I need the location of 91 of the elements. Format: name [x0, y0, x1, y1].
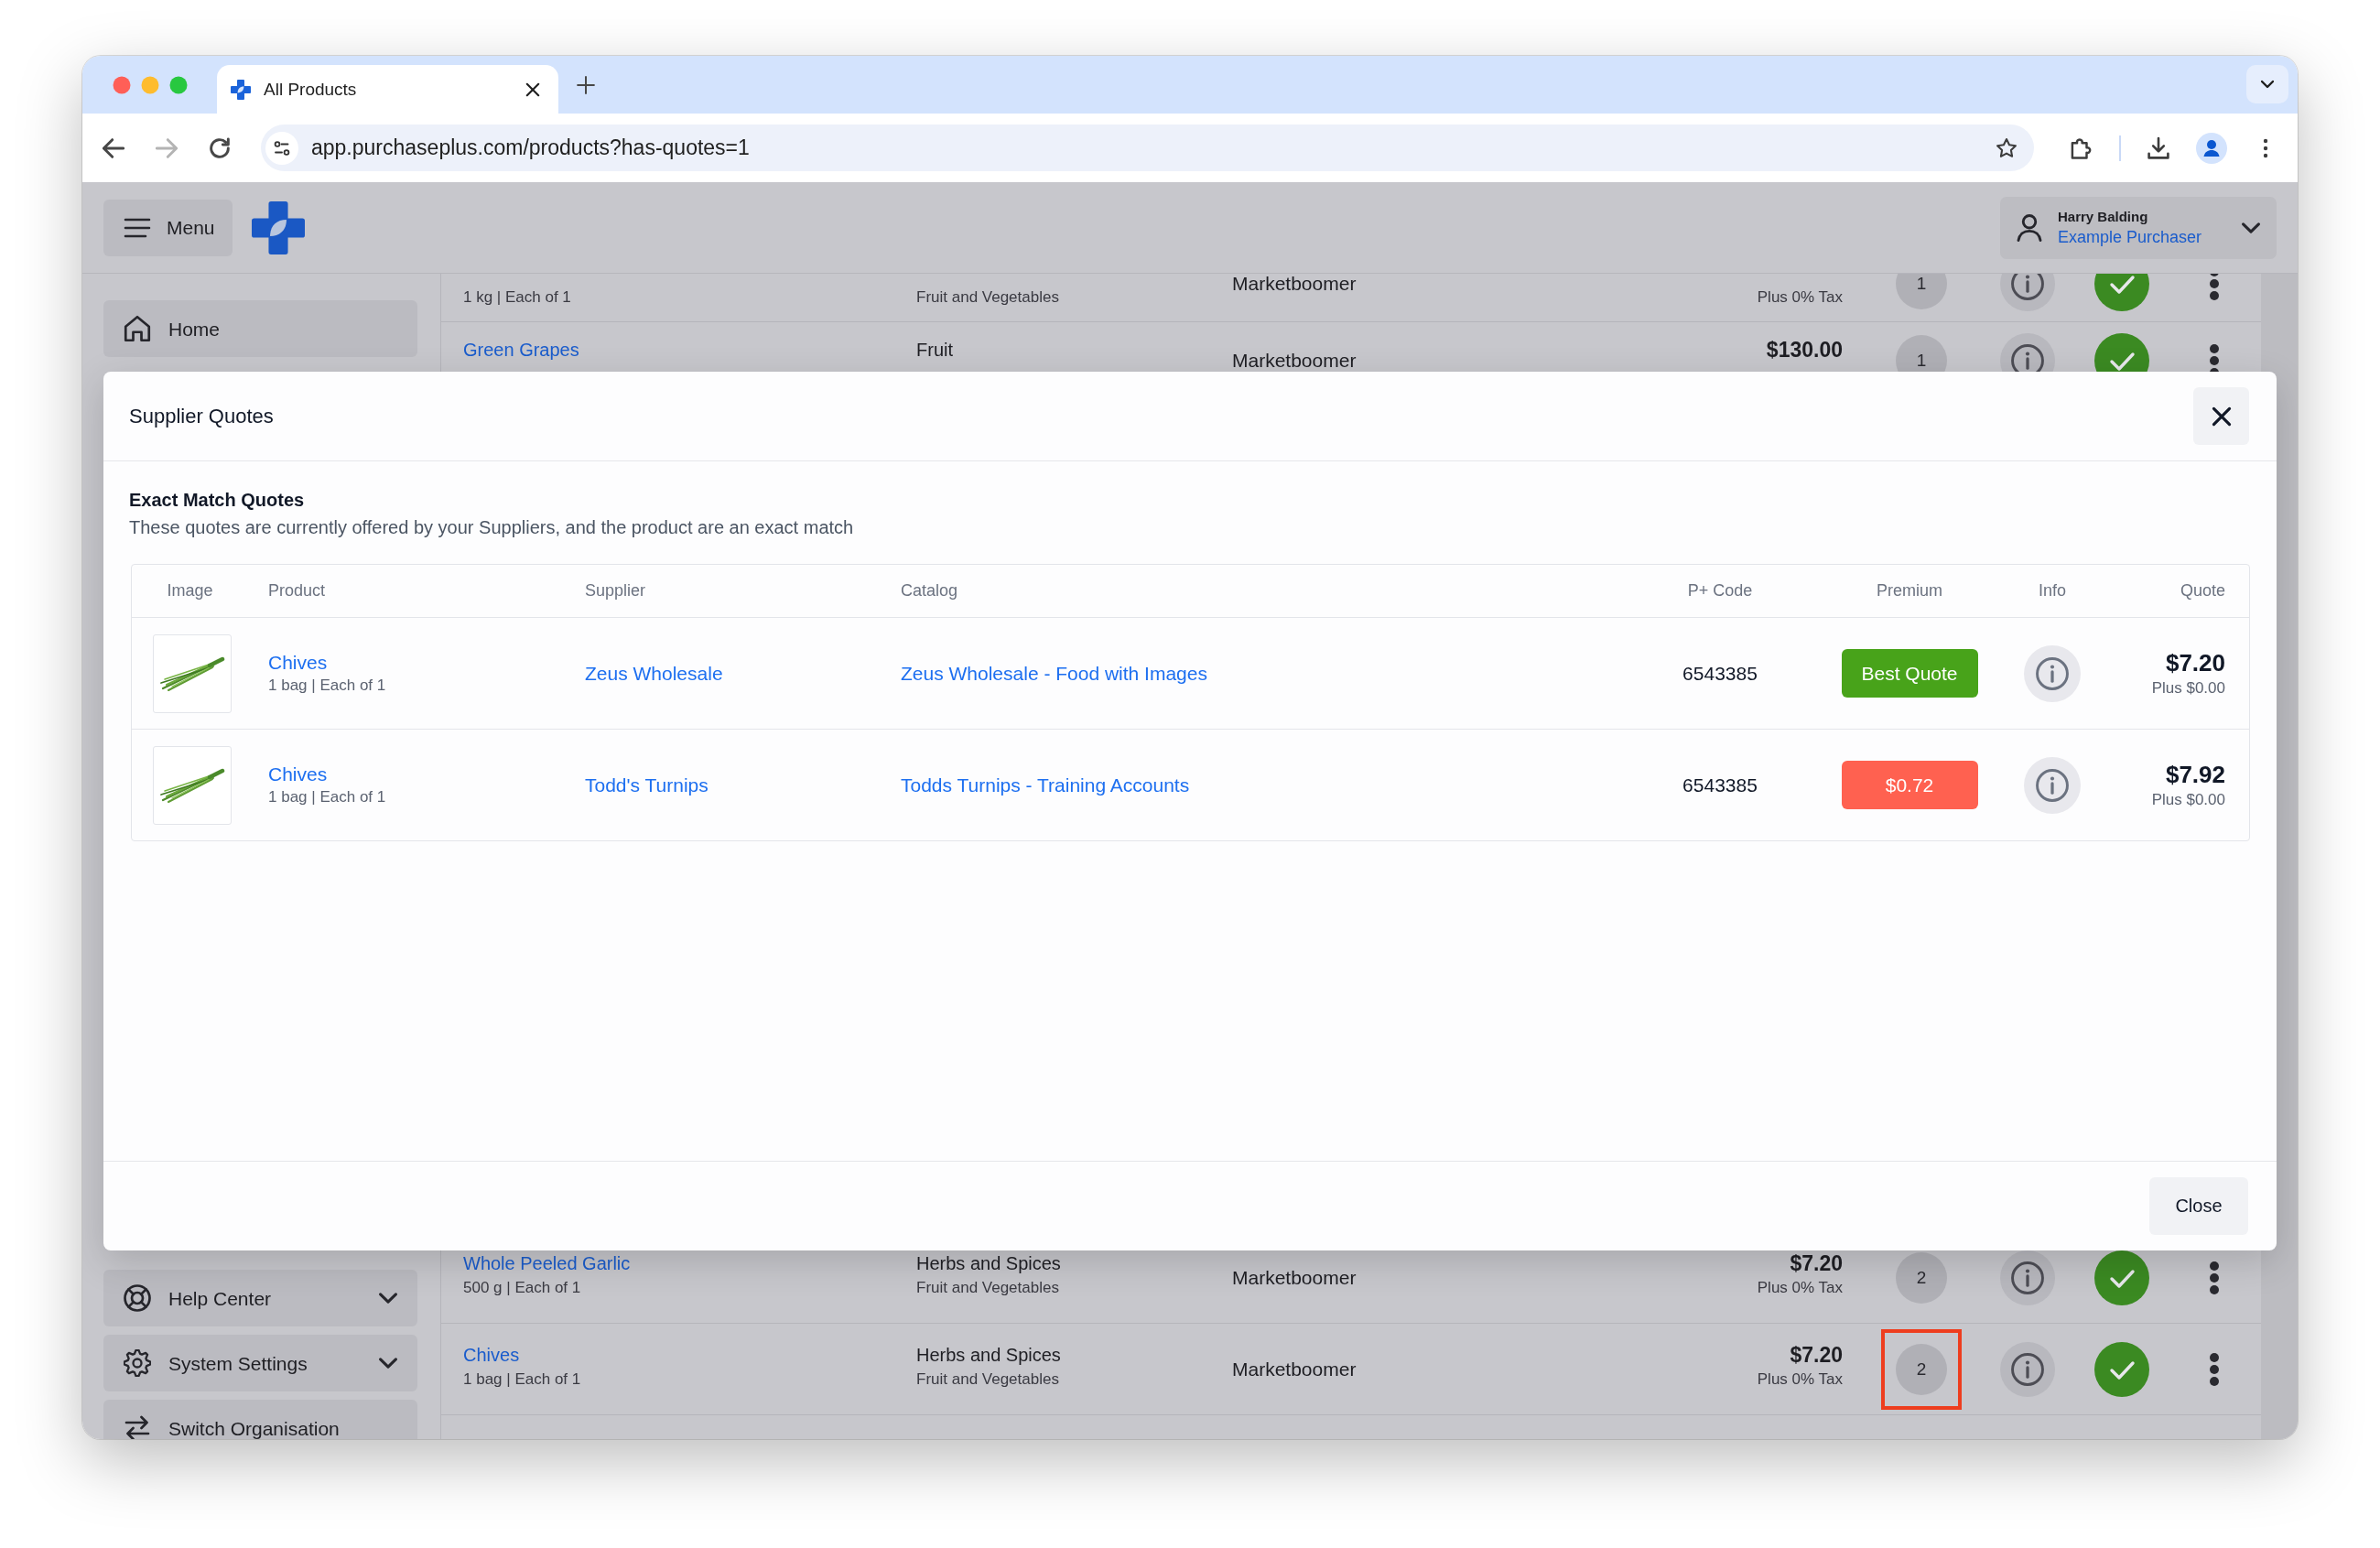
star-icon[interactable]	[1996, 136, 2018, 159]
quote-count-badge[interactable]: 2	[1896, 1251, 1947, 1304]
subcategory-text: Fruit and Vegetables	[916, 1278, 1059, 1298]
subcategory-text: Fruit and Vegetables	[916, 287, 1059, 308]
close-icon[interactable]	[525, 81, 540, 97]
column-header: Product	[268, 581, 326, 601]
section-description: These quotes are currently offered by your Suppliers, and the product are an exact match	[129, 516, 854, 539]
tax-note: Plus 0% Tax	[1757, 287, 1843, 308]
info-icon	[2036, 768, 2069, 802]
info-icon	[2011, 1261, 2044, 1294]
cross-logo-icon	[231, 79, 251, 100]
info-icon	[2011, 274, 2044, 300]
product-unit: 500 g | Each of 1	[463, 1278, 581, 1298]
product-link[interactable]: Whole Peeled Garlic	[463, 1252, 631, 1274]
catalog-link[interactable]: Zeus Wholesale - Food with Images	[901, 661, 1207, 686]
swap-arrows-icon	[124, 1414, 151, 1439]
hamburger-menu-icon	[124, 217, 151, 238]
close-button[interactable]	[2193, 387, 2249, 445]
close-icon	[2211, 406, 2232, 427]
supplier-link[interactable]: Zeus Wholesale	[585, 661, 723, 686]
product-code: 6543385	[1682, 774, 1758, 796]
product-unit: 1 bag | Each of 1	[268, 787, 386, 807]
quote-tax: Plus $0.00	[2151, 677, 2225, 698]
quote-count-badge[interactable]: 2	[1896, 1343, 1947, 1395]
quote-price: $7.92	[2165, 760, 2225, 788]
column-header: P+ Code	[1687, 581, 1753, 601]
supplier-name: Marketboomer	[1232, 274, 1357, 293]
supplier-name: Marketboomer	[1232, 1359, 1357, 1379]
catalog-link[interactable]: Todds Turnips - Training Accounts	[901, 773, 1190, 797]
column-header: Image	[167, 581, 213, 601]
profile-icon[interactable]	[2196, 132, 2227, 164]
product-link[interactable]: Chives	[268, 651, 328, 675]
product-code: 6543385	[1682, 662, 1758, 685]
column-header: Catalog	[901, 581, 958, 601]
price-text: $130.00	[1766, 339, 1843, 361]
product-link[interactable]: Chives	[463, 1344, 520, 1366]
tab-list-button[interactable]	[2246, 65, 2288, 103]
tax-note: Plus 0% Tax	[1757, 1278, 1843, 1298]
plus-icon[interactable]	[577, 75, 595, 94]
product-unit: 1 bag | Each of 1	[268, 676, 386, 696]
info-icon	[2011, 1352, 2044, 1386]
close-button[interactable]: Close	[2149, 1177, 2248, 1235]
back-arrow-icon[interactable]	[103, 137, 124, 158]
category-text: Fruit	[916, 339, 953, 361]
cross-logo-icon[interactable]	[251, 200, 305, 254]
lifebuoy-icon	[124, 1284, 151, 1312]
price-text: $7.20	[1790, 1252, 1843, 1274]
dialog-title: Supplier Quotes	[129, 404, 274, 428]
sidebar-item[interactable]: Help Center	[103, 1270, 417, 1326]
category-text: Herbs and Spices	[916, 1252, 1061, 1274]
product-unit: 1 bag | Each of 1	[463, 1369, 581, 1390]
product-unit: 1 kg | Each of 1	[463, 287, 571, 308]
column-header: Premium	[1877, 581, 1942, 601]
column-header: Quote	[2180, 581, 2225, 601]
tax-note: Plus 0% Tax	[1757, 1369, 1843, 1390]
supplier-name: Marketboomer	[1232, 1268, 1357, 1287]
browser-tab[interactable]: All Products	[217, 65, 558, 114]
download-icon[interactable]	[2147, 135, 2170, 160]
user-role: Example Purchaser	[2058, 227, 2202, 247]
column-header: Supplier	[585, 581, 646, 601]
sidebar-item[interactable]: Switch Organisation	[103, 1400, 417, 1439]
more-options-icon[interactable]	[2209, 274, 2219, 300]
user-menu[interactable]: Harry Balding Example Purchaser	[2000, 196, 2277, 259]
product-link[interactable]: Chives	[268, 763, 328, 786]
user-name: Harry Balding	[2058, 208, 2148, 225]
gear-icon	[124, 1349, 151, 1377]
quote-price: $7.20	[2165, 648, 2225, 677]
site-settings-icon[interactable]	[265, 131, 298, 165]
menu-button[interactable]: Menu	[103, 199, 233, 256]
category-text: Herbs and Spices	[916, 1344, 1061, 1366]
more-options-icon[interactable]	[2209, 1352, 2219, 1386]
sidebar-item[interactable]: System Settings	[103, 1335, 417, 1391]
sidebar-item[interactable]: Home	[103, 300, 417, 357]
more-options-icon[interactable]	[2209, 1261, 2219, 1294]
product-link[interactable]: Green Grapes	[463, 339, 579, 361]
home-icon	[124, 315, 151, 342]
column-header: Info	[2039, 581, 2066, 601]
chevron-down-icon	[2242, 221, 2260, 234]
info-icon	[2036, 656, 2069, 690]
price-text: $7.20	[1790, 1344, 1843, 1366]
quote-tax: Plus $0.00	[2151, 789, 2225, 810]
person-icon	[2017, 213, 2042, 242]
chevron-down-icon	[2261, 80, 2274, 89]
quote-count-badge[interactable]: 1	[1896, 274, 1947, 309]
supplier-link[interactable]: Todd's Turnips	[585, 773, 709, 797]
supplier-name: Marketboomer	[1232, 351, 1357, 370]
address-bar[interactable]: app.purchaseplus.com/products?has-quotes=1	[261, 124, 2034, 171]
section-title: Exact Match Quotes	[129, 489, 305, 512]
reload-icon[interactable]	[209, 136, 231, 159]
puzzle-icon[interactable]	[2069, 135, 2093, 160]
subcategory-text: Fruit and Vegetables	[916, 1369, 1059, 1390]
